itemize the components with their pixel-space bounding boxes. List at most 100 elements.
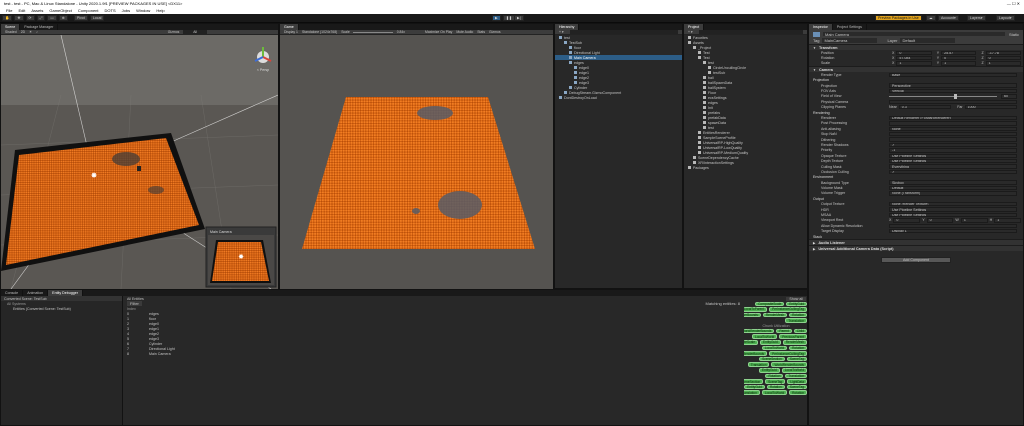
shading-dropdown[interactable]: Shaded bbox=[5, 30, 17, 34]
project-search-input[interactable] bbox=[698, 30, 803, 34]
fov-field[interactable]: 60 bbox=[1001, 94, 1017, 99]
viewport-h-field[interactable]: 1 bbox=[994, 218, 1022, 223]
tag-dropdown[interactable]: MainCamera bbox=[822, 37, 878, 43]
systems-row[interactable]: Entities (Converted Scene: TestSub) bbox=[1, 306, 122, 311]
camera-depth-field[interactable]: Use Pipeline Settings bbox=[889, 158, 1017, 164]
show-all-button[interactable]: Show all bbox=[786, 296, 806, 301]
static-checkbox[interactable]: Static bbox=[1009, 32, 1019, 37]
gizmos-toggle[interactable]: Gizmos bbox=[489, 30, 501, 34]
camera-dithering-field[interactable] bbox=[889, 137, 1017, 142]
camera-opaque-field[interactable]: Use Pipeline Settings bbox=[889, 153, 1017, 158]
component-tag[interactable]: LocalToParent bbox=[744, 307, 768, 312]
transform-position-z-field[interactable]: -17.78 bbox=[985, 50, 1021, 55]
2d-toggle[interactable]: 2D bbox=[21, 30, 25, 34]
component-tag[interactable]: RenderMesh bbox=[782, 340, 807, 345]
tab-package-manager[interactable]: Package Manager bbox=[20, 24, 59, 30]
lighting-toggle-icon[interactable]: ☀ bbox=[29, 30, 32, 34]
transform-tool-button[interactable]: ⊕ bbox=[58, 15, 68, 21]
camera-renderer-field[interactable]: Default Renderer (ForwardRenderer) bbox=[889, 115, 1017, 121]
camera-bg_type-field[interactable]: Skybox bbox=[889, 180, 1017, 185]
component-tag[interactable]: Translation bbox=[785, 318, 807, 323]
scale-tool-button[interactable]: ⤢ bbox=[36, 15, 46, 21]
component-tag[interactable]: SceneSection bbox=[744, 379, 764, 384]
hierarchy-search-input[interactable] bbox=[569, 30, 678, 34]
step-button[interactable]: ▶| bbox=[514, 15, 524, 21]
scene-viewport[interactable]: ✸ < Persp Main Camera ✸ bbox=[1, 35, 278, 289]
camera-projection-field[interactable]: Perspective bbox=[889, 83, 1017, 88]
component-tag[interactable]: WorldRenderBounds bbox=[744, 328, 775, 334]
component-tag[interactable]: LocalToWorld bbox=[781, 368, 807, 373]
camera-volume_mask-field[interactable]: Default bbox=[889, 185, 1017, 191]
component-tag[interactable]: RenderBounds bbox=[744, 312, 761, 318]
fov-slider-thumb[interactable] bbox=[953, 93, 957, 99]
menu-item-file[interactable]: File bbox=[6, 8, 12, 13]
component-tag[interactable]: SceneTag bbox=[786, 384, 807, 390]
component-tag[interactable]: Rotation bbox=[765, 373, 784, 379]
far-field[interactable]: 1000 bbox=[964, 105, 1017, 110]
maximize-toggle[interactable]: Maximize On Play bbox=[425, 30, 452, 34]
near-field[interactable]: 0.3 bbox=[898, 105, 952, 110]
transform-scale-x-field[interactable]: 1 bbox=[896, 61, 932, 66]
camera-fov_axis-field[interactable]: Vertical bbox=[889, 88, 1017, 94]
camera-priority-field[interactable]: -1 bbox=[889, 148, 1017, 153]
cylinder-object[interactable] bbox=[137, 166, 141, 171]
layer-dropdown[interactable]: Default bbox=[900, 37, 956, 43]
component-tag[interactable]: PerInstanceCullingTag bbox=[769, 307, 807, 312]
scene-search-input[interactable]: All bbox=[183, 30, 208, 34]
component-tag[interactable]: RenderMesh bbox=[762, 312, 788, 318]
transform-position-x-field[interactable]: 0 bbox=[896, 50, 932, 55]
project-create-dropdown[interactable]: + ▾ bbox=[688, 30, 693, 34]
persp-label[interactable]: < Persp bbox=[257, 68, 269, 72]
menu-item-component[interactable]: Component bbox=[78, 8, 99, 13]
camera-occlusion-field[interactable]: ✓ bbox=[889, 169, 1017, 175]
account-dropdown[interactable]: Account ▾ bbox=[938, 15, 959, 21]
resolution-dropdown[interactable]: Standalone (1024x768) bbox=[302, 30, 337, 34]
layers-dropdown[interactable]: Layers ▾ bbox=[967, 15, 986, 21]
viewport-x-field[interactable]: 0 bbox=[893, 218, 921, 223]
component-tag[interactable]: Parent bbox=[776, 328, 792, 334]
object-name-field[interactable]: Main Camera bbox=[823, 32, 1005, 37]
move-tool-button[interactable]: ✥ bbox=[14, 15, 24, 21]
component-tag[interactable]: LocalToWorld bbox=[761, 390, 788, 395]
menu-item-assets[interactable]: Assets bbox=[31, 8, 43, 13]
component-tag[interactable]: Rotation bbox=[789, 390, 807, 395]
play-button[interactable]: ▶ bbox=[492, 15, 501, 21]
window-controls[interactable]: — ☐ ✕ bbox=[1007, 1, 1020, 6]
component-tag[interactable]: Translation bbox=[785, 373, 807, 379]
component-tag[interactable]: LocalToWorld bbox=[751, 334, 778, 340]
menu-item-gameobject[interactable]: GameObject bbox=[49, 8, 71, 13]
entity-row[interactable]: 8 Main Camera bbox=[124, 351, 744, 356]
scale-slider[interactable] bbox=[352, 31, 393, 33]
filter-button[interactable]: Filter bbox=[127, 301, 142, 306]
menu-item-window[interactable]: Window bbox=[136, 8, 150, 13]
component-tag[interactable]: CompositeScale bbox=[755, 301, 785, 307]
collab-cloud-icon[interactable]: ☁ bbox=[926, 15, 936, 21]
stats-toggle[interactable]: Stats bbox=[477, 30, 485, 34]
menu-item-help[interactable]: Help bbox=[156, 8, 164, 13]
component-tag[interactable]: Translation bbox=[744, 390, 760, 395]
camera-aa-field[interactable]: None bbox=[889, 126, 1017, 131]
fov-slider[interactable] bbox=[889, 93, 997, 99]
component-tag[interactable]: Rotation bbox=[789, 312, 807, 318]
audio-toggle-icon[interactable]: ♪ bbox=[36, 30, 38, 34]
hand-tool-button[interactable]: ✋ bbox=[2, 15, 13, 21]
transform-rotation-x-field[interactable]: 57.084 bbox=[896, 55, 932, 61]
project-item[interactable]: Packages bbox=[684, 165, 807, 170]
layout-dropdown[interactable]: Layout ▾ bbox=[996, 15, 1015, 21]
display-dropdown[interactable]: Display 1 bbox=[284, 30, 298, 34]
camera-shadows-field[interactable]: ✓ bbox=[889, 142, 1017, 148]
component-tag[interactable]: Child bbox=[793, 328, 807, 334]
camera-post-field[interactable] bbox=[889, 121, 1017, 126]
camera-culling-field[interactable]: Everything bbox=[889, 164, 1017, 169]
tab-project-settings[interactable]: Project Settings bbox=[833, 24, 867, 30]
camera-stop_nan-field[interactable] bbox=[889, 131, 1017, 137]
component-tag[interactable]: PerInstanceCullingTag bbox=[769, 351, 807, 356]
component-tag[interactable]: Rotation bbox=[766, 384, 785, 390]
camera-msaa-field[interactable]: Use Pipeline Settings bbox=[889, 212, 1017, 218]
camera-volume_trigger-field[interactable]: None (Transform) bbox=[889, 191, 1017, 196]
rect-tool-button[interactable]: ▭ bbox=[47, 15, 57, 21]
pivot-toggle[interactable]: Pivot bbox=[73, 15, 88, 21]
preview-packages-button[interactable]: Preview Packages in Use bbox=[875, 15, 922, 21]
camera-render_type-field[interactable]: Base bbox=[889, 72, 1017, 78]
transform-rotation-z-field[interactable]: 0 bbox=[985, 55, 1021, 61]
